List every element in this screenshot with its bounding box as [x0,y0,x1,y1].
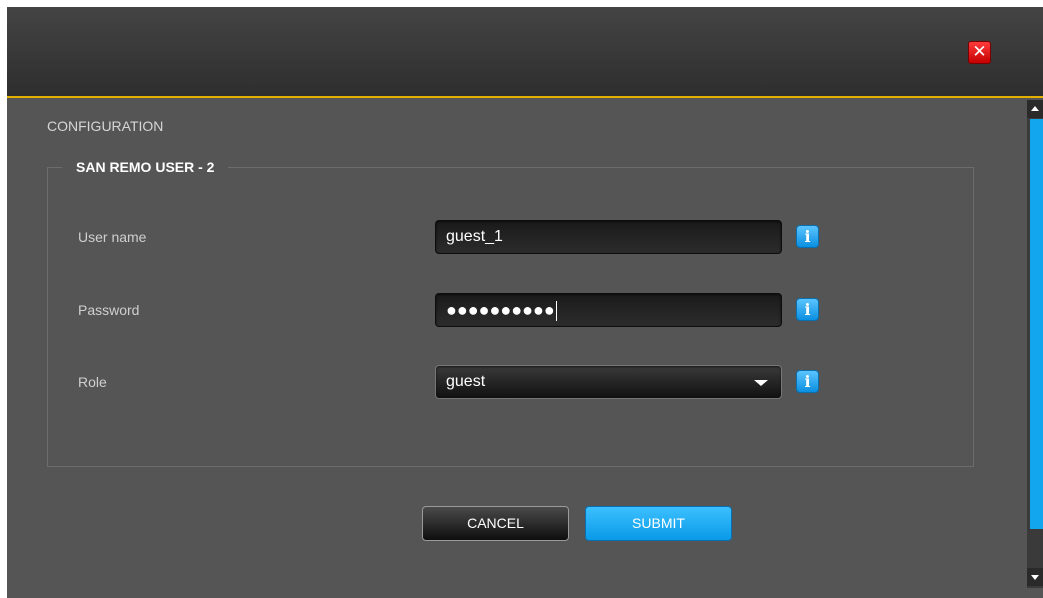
vertical-scrollbar[interactable] [1027,100,1043,588]
text-caret [555,301,557,322]
submit-button[interactable]: SUBMIT [585,506,732,541]
user-name-info-icon[interactable]: i [796,225,819,248]
role-select[interactable]: guest [435,365,782,399]
role-selected-value: guest [446,373,486,390]
user-name-input[interactable]: guest_1 [435,220,782,254]
scrollbar-thumb[interactable] [1030,119,1043,529]
close-icon[interactable]: ✕ [968,41,991,64]
role-info-icon[interactable]: i [796,370,819,393]
section-title: CONFIGURATION [47,118,164,134]
password-label: Password [78,302,140,318]
user-fieldset: SAN REMO USER - 2 User name guest_1 i Pa… [47,159,974,467]
scroll-up-icon[interactable] [1027,100,1043,118]
chevron-down-icon [754,380,768,386]
role-row: Role guest i [48,365,973,399]
config-dialog: ✕ CONFIGURATION SAN REMO USER - 2 User n… [7,7,1043,598]
dialog-content: CONFIGURATION SAN REMO USER - 2 User nam… [7,100,1027,598]
fieldset-legend: SAN REMO USER - 2 [62,159,229,175]
dialog-titlebar: ✕ [7,7,1043,98]
password-input[interactable]: ●●●●●●●●●● [435,293,782,327]
scroll-down-icon[interactable] [1027,568,1043,586]
password-info-icon[interactable]: i [796,298,819,321]
password-row: Password ●●●●●●●●●● i [48,293,973,327]
password-mask: ●●●●●●●●●● [446,300,555,320]
cancel-button[interactable]: CANCEL [422,506,569,541]
user-name-label: User name [78,229,147,245]
role-label: Role [78,374,107,390]
user-name-row: User name guest_1 i [48,220,973,254]
